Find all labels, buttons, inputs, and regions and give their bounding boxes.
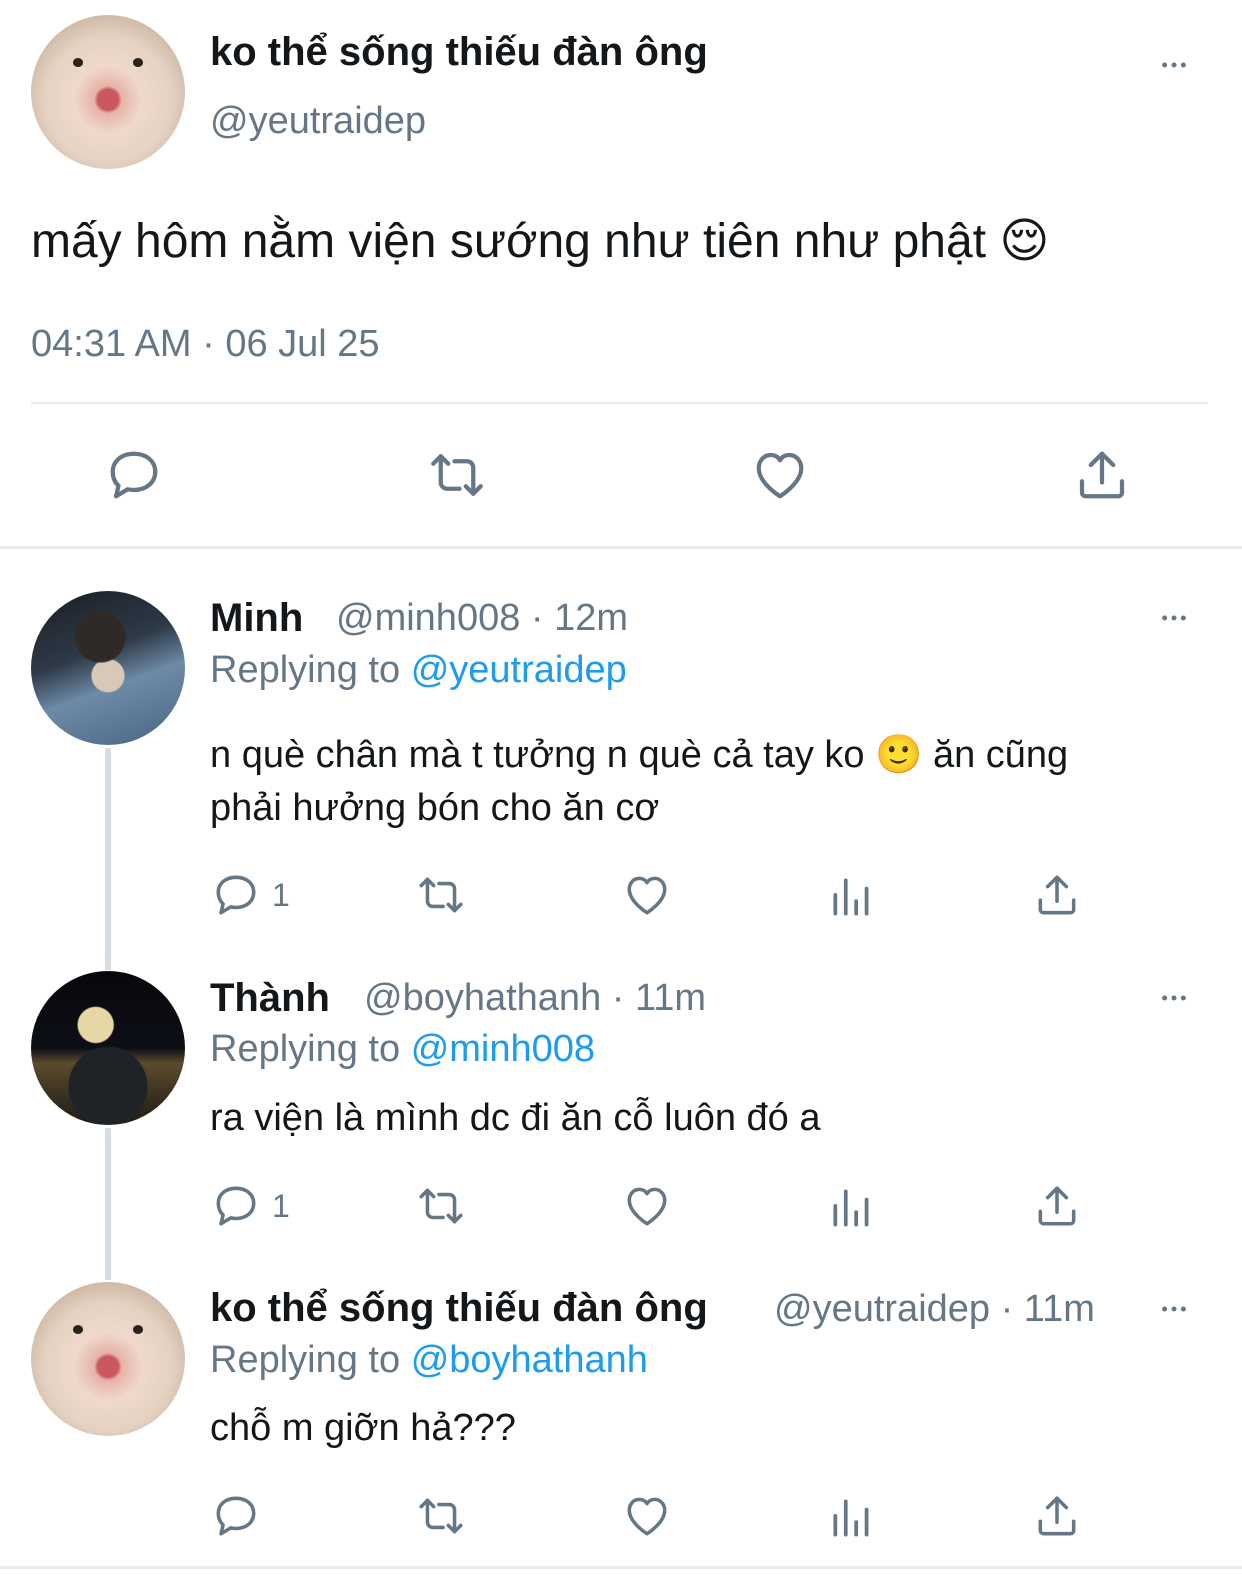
replying-to: Replying to @minh008: [210, 1028, 595, 1071]
share-icon[interactable]: [1032, 1491, 1082, 1541]
share-icon[interactable]: [1032, 1181, 1082, 1231]
more-options-icon[interactable]: [1154, 1294, 1194, 1324]
tweet-text: mấy hôm nằm viện sướng như tiên như phật…: [31, 215, 1050, 268]
reply-text-line: ra viện là mình dc đi ăn cỗ luôn đó a: [210, 1097, 821, 1139]
section-divider: [0, 546, 1242, 549]
retweet-icon[interactable]: [414, 1181, 468, 1231]
share-icon[interactable]: [1032, 870, 1082, 920]
reply-display-name[interactable]: Minh: [210, 596, 303, 641]
like-icon[interactable]: [622, 1491, 672, 1541]
reply-display-name[interactable]: ko thể sống thiếu đàn ông: [210, 1286, 708, 1331]
reply-avatar[interactable]: [31, 971, 185, 1125]
reply-text-line: phải hưởng bón cho ăn cơ: [210, 787, 660, 829]
retweet-icon[interactable]: [425, 445, 489, 505]
reply-handle-time[interactable]: @yeutraidep · 11m: [774, 1288, 1095, 1331]
reply-handle-time[interactable]: @minh008 · 12m: [336, 597, 628, 640]
like-icon[interactable]: [622, 870, 672, 920]
replying-prefix: Replying to: [210, 1028, 401, 1070]
tweet-timestamp[interactable]: 04:31 AM · 06 Jul 25: [31, 323, 380, 366]
thread-line: [105, 1128, 111, 1280]
more-options-icon[interactable]: [1154, 603, 1194, 633]
reply-count: 1: [272, 1188, 290, 1224]
reply-icon[interactable]: [211, 870, 261, 920]
analytics-icon[interactable]: [827, 1493, 877, 1543]
replying-prefix: Replying to: [210, 649, 401, 691]
divider: [31, 402, 1208, 404]
reply-avatar[interactable]: [31, 591, 185, 745]
bottom-divider: [0, 1566, 1242, 1569]
analytics-icon[interactable]: [827, 872, 877, 922]
replying-to-handle[interactable]: @yeutraidep: [411, 649, 627, 691]
reply-handle-time[interactable]: @boyhathanh · 11m: [364, 977, 706, 1020]
reply-text-line: chỗ m giỡn hả???: [210, 1407, 516, 1449]
reply-icon[interactable]: [211, 1491, 261, 1541]
reply-display-name[interactable]: Thành: [210, 976, 330, 1021]
replying-to-handle[interactable]: @minh008: [411, 1028, 595, 1070]
author-display-name[interactable]: ko thể sống thiếu đàn ông: [210, 30, 708, 75]
author-avatar[interactable]: [31, 15, 185, 169]
reply-count: 1: [272, 877, 290, 913]
retweet-icon[interactable]: [414, 1491, 468, 1541]
replying-to: Replying to @boyhathanh: [210, 1339, 648, 1382]
retweet-icon[interactable]: [414, 870, 468, 920]
thread-line: [105, 748, 111, 970]
like-icon[interactable]: [750, 445, 810, 505]
analytics-icon[interactable]: [827, 1183, 877, 1233]
reply-icon[interactable]: [104, 445, 164, 505]
more-options-icon[interactable]: [1154, 50, 1194, 80]
reply-icon[interactable]: [211, 1181, 261, 1231]
replying-prefix: Replying to: [210, 1339, 401, 1381]
more-options-icon[interactable]: [1154, 983, 1194, 1013]
share-icon[interactable]: [1072, 445, 1132, 505]
reply-avatar[interactable]: [31, 1282, 185, 1436]
reply-text-line: n què chân mà t tưởng n què cả tay ko 🙂 …: [210, 734, 1069, 776]
author-handle[interactable]: @yeutraidep: [210, 100, 426, 143]
replying-to: Replying to @yeutraidep: [210, 649, 627, 692]
like-icon[interactable]: [622, 1181, 672, 1231]
replying-to-handle[interactable]: @boyhathanh: [411, 1339, 648, 1381]
